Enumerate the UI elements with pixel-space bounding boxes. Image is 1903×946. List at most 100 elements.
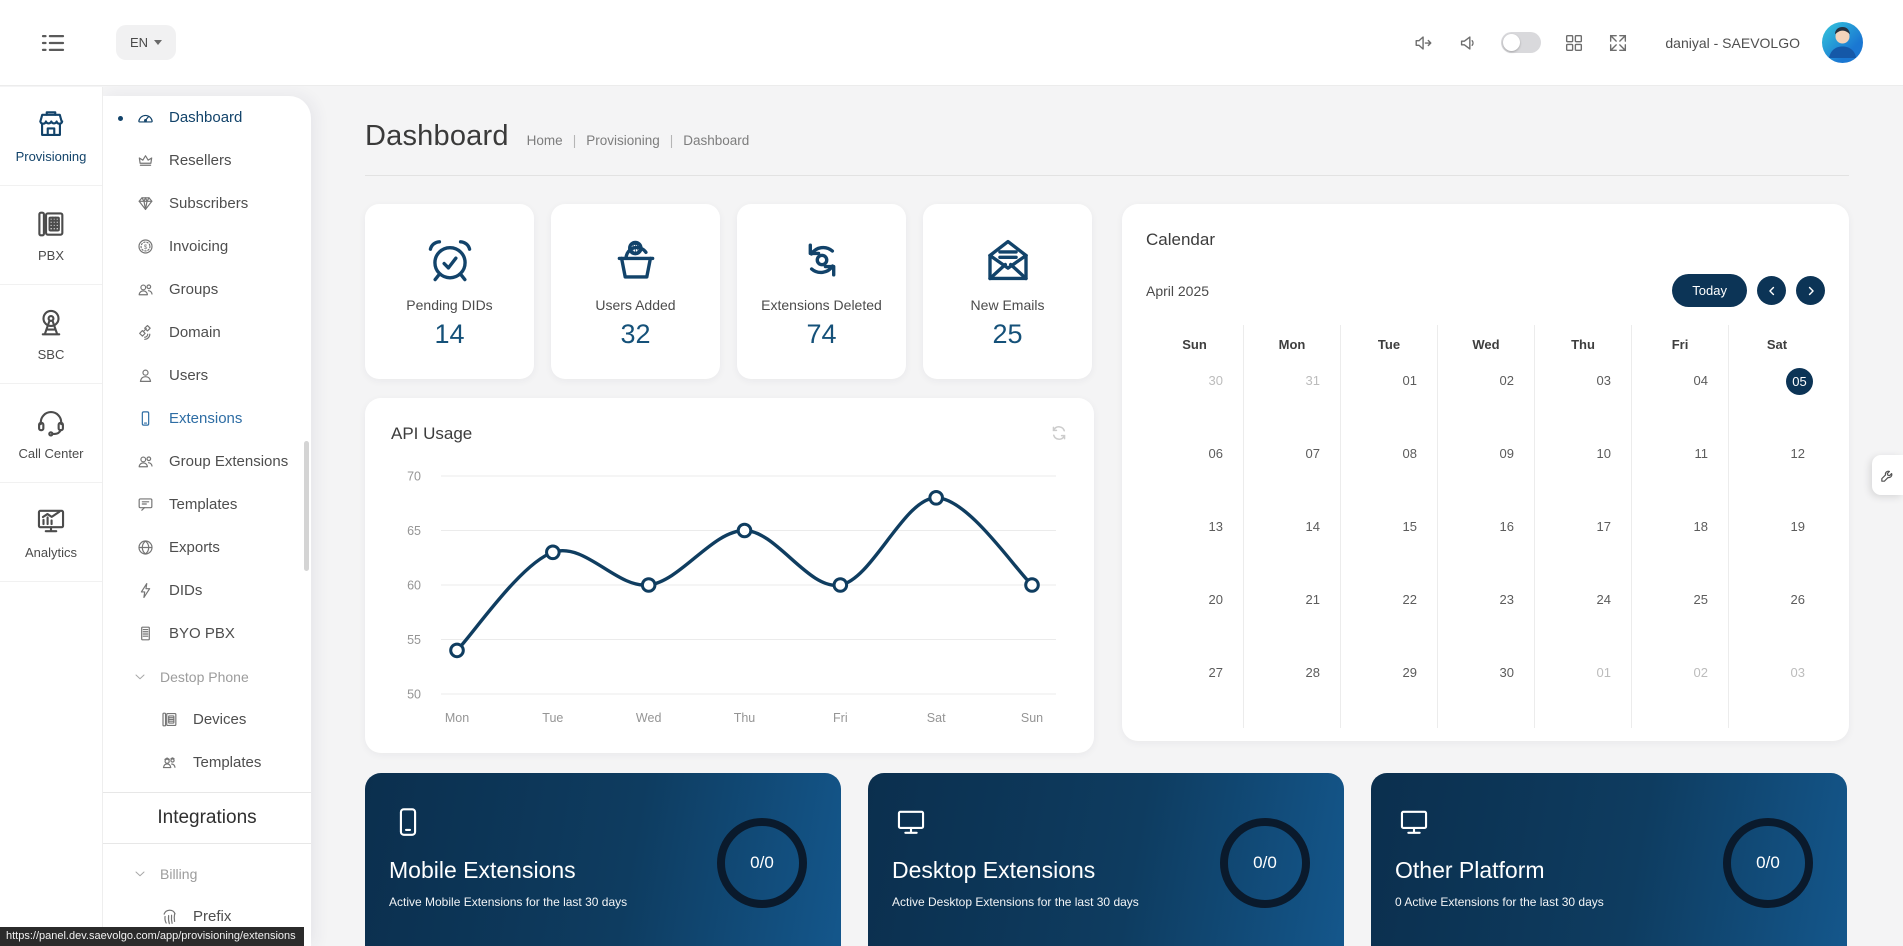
calendar-day-cell[interactable]: 13 (1146, 509, 1243, 582)
avatar[interactable] (1822, 22, 1863, 63)
calendar-day-cell[interactable]: 02 (1631, 655, 1728, 728)
user-name[interactable]: daniyal - SAEVOLGO (1665, 35, 1800, 51)
sidebar-group-billing[interactable]: Billing (103, 852, 311, 895)
apps-grid-icon[interactable] (1563, 32, 1585, 54)
monitor-icon (1397, 805, 1431, 839)
sidebar-group-destop-phone[interactable]: Destop Phone (103, 655, 311, 698)
page-title: Dashboard (365, 120, 509, 152)
sidebar-item-subscribers[interactable]: Subscribers (103, 182, 311, 225)
sidebar-scrollbar[interactable] (304, 441, 309, 571)
calendar-day-number: 06 (1208, 446, 1223, 461)
svg-text:65: 65 (407, 524, 421, 538)
calendar-day-cell[interactable]: 11 (1631, 436, 1728, 509)
calendar-day-cell[interactable]: 05 (1728, 363, 1825, 436)
calendar-day-cell[interactable]: 01 (1340, 363, 1437, 436)
sidebar-item-invoicing[interactable]: $ Invoicing (103, 225, 311, 268)
volume-icon[interactable] (1413, 32, 1435, 54)
calendar-day-cell[interactable]: 15 (1340, 509, 1437, 582)
sidebar-item-users[interactable]: Users (103, 354, 311, 397)
extension-ratio: 0/0 (750, 853, 774, 872)
mobile-icon (391, 805, 425, 839)
customizer-tab[interactable] (1872, 455, 1903, 495)
rail-item-analytics[interactable]: Analytics (0, 483, 102, 582)
calendar-day-cell[interactable]: 17 (1534, 509, 1631, 582)
calendar-day-cell[interactable]: 14 (1243, 509, 1340, 582)
calendar-day-number: 02 (1499, 373, 1514, 388)
language-selector[interactable]: EN (116, 25, 177, 60)
sidebar-item-label: Exports (169, 539, 220, 556)
calendar-day-cell[interactable]: 26 (1728, 582, 1825, 655)
calendar-day-cell[interactable]: 07 (1243, 436, 1340, 509)
calendar-day-cell[interactable]: 23 (1437, 582, 1534, 655)
sidebar-item-exports[interactable]: Exports (103, 526, 311, 569)
calendar-day-cell[interactable]: 04 (1631, 363, 1728, 436)
prev-month-button[interactable] (1757, 276, 1786, 305)
sidebar-item-devices[interactable]: Devices (103, 698, 311, 741)
calendar-day-cell[interactable]: 25 (1631, 582, 1728, 655)
today-button[interactable]: Today (1672, 274, 1747, 307)
fullscreen-icon[interactable] (1607, 32, 1629, 54)
rail-item-provisioning[interactable]: Provisioning (0, 87, 102, 186)
calendar-day-cell[interactable]: 27 (1146, 655, 1243, 728)
sidebar-item-templates[interactable]: Templates (103, 741, 311, 784)
calendar-card: Calendar April 2025 Today Sun Mon Tue We… (1122, 204, 1849, 741)
menu-toggle-icon[interactable] (38, 28, 68, 58)
person-icon (136, 366, 155, 385)
calendar-day-cell[interactable]: 08 (1340, 436, 1437, 509)
sidebar-item-domain[interactable]: Domain (103, 311, 311, 354)
sidebar-item-group-extensions[interactable]: Group Extensions (103, 440, 311, 483)
refresh-icon[interactable] (1050, 424, 1068, 442)
sidebar-item-byo-pbx[interactable]: BYO PBX (103, 612, 311, 655)
breadcrumb: Home | Provisioning | Dashboard (527, 133, 750, 148)
announcement-icon[interactable] (1457, 32, 1479, 54)
sidebar-item-templates[interactable]: Templates (103, 483, 311, 526)
calendar-day-cell[interactable]: 03 (1534, 363, 1631, 436)
calendar-day-cell[interactable]: 28 (1243, 655, 1340, 728)
breadcrumb-provisioning[interactable]: Provisioning (586, 133, 660, 148)
svg-text:60: 60 (407, 579, 421, 593)
extension-card-subtitle: Active Mobile Extensions for the last 30… (389, 895, 628, 909)
sidebar-item-dids[interactable]: DIDs (103, 569, 311, 612)
calendar-day-cell[interactable]: 10 (1534, 436, 1631, 509)
calendar-day-number: 31 (1305, 373, 1320, 388)
calendar-day-cell[interactable]: 16 (1437, 509, 1534, 582)
calendar-day-cell[interactable]: 20 (1146, 582, 1243, 655)
calendar-day-cell[interactable]: 24 (1534, 582, 1631, 655)
rail-item-label: PBX (37, 248, 64, 263)
rail-item-call-center[interactable]: Call Center (0, 384, 102, 483)
next-month-button[interactable] (1796, 276, 1825, 305)
calendar-day-cell[interactable]: 19 (1728, 509, 1825, 582)
sidebar-item-label: Group Extensions (169, 453, 289, 470)
sidebar-item-extensions[interactable]: Extensions (103, 397, 311, 440)
api-usage-title: API Usage (391, 424, 473, 443)
calendar-day-cell[interactable]: 30 (1146, 363, 1243, 436)
calendar-day-cell[interactable]: 31 (1243, 363, 1340, 436)
calendar-day-cell[interactable]: 03 (1728, 655, 1825, 728)
calendar-day-cell[interactable]: 01 (1534, 655, 1631, 728)
sidebar-item-label: Subscribers (169, 195, 249, 212)
sidebar-item-dashboard[interactable]: Dashboard (103, 96, 311, 139)
calendar-day-cell[interactable]: 21 (1243, 582, 1340, 655)
calendar-day-cell[interactable]: 02 (1437, 363, 1534, 436)
sidebar-item-groups[interactable]: Groups (103, 268, 311, 311)
rail-item-sbc[interactable]: SBC (0, 285, 102, 384)
calendar-day-number: 02 (1693, 665, 1708, 680)
calendar-day-number: 09 (1499, 446, 1514, 461)
calendar-day-cell[interactable]: 18 (1631, 509, 1728, 582)
calendar-day-cell[interactable]: 12 (1728, 436, 1825, 509)
fax-icon (160, 710, 179, 729)
satellite-icon (136, 323, 155, 342)
calendar-day-cell[interactable]: 30 (1437, 655, 1534, 728)
breadcrumb-dashboard[interactable]: Dashboard (683, 133, 749, 148)
rail-item-pbx[interactable]: PBX (0, 186, 102, 285)
calendar-day-cell[interactable]: 06 (1146, 436, 1243, 509)
basket-icon: $ (609, 233, 663, 287)
calendar-day-cell[interactable]: 22 (1340, 582, 1437, 655)
breadcrumb-home[interactable]: Home (527, 133, 563, 148)
calendar-day-cell[interactable]: 29 (1340, 655, 1437, 728)
theme-toggle[interactable] (1501, 32, 1542, 53)
calendar-day-header-sat: Sat (1728, 325, 1825, 363)
extension-ratio-ring: 0/0 (1220, 818, 1310, 908)
sidebar-item-resellers[interactable]: Resellers (103, 139, 311, 182)
calendar-day-cell[interactable]: 09 (1437, 436, 1534, 509)
